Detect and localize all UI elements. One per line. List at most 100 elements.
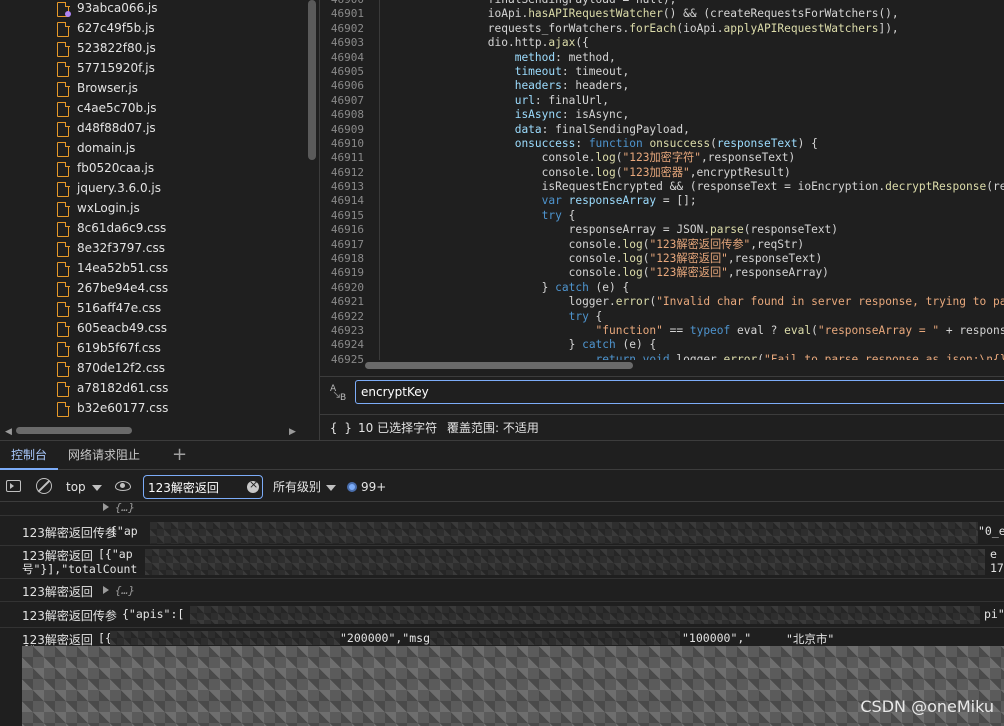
live-expression-eye-icon[interactable] [115, 481, 131, 491]
file-tree-vertical-scrollbar[interactable] [308, 0, 316, 160]
line-number[interactable]: 46904 [320, 51, 370, 65]
line-number[interactable]: 46902 [320, 22, 370, 36]
code-horizontal-scrollbar[interactable] [365, 362, 633, 369]
code-line[interactable]: timeout: timeout, [380, 65, 1004, 79]
search-input[interactable] [355, 380, 1004, 404]
line-number[interactable]: 46921 [320, 295, 370, 309]
code-line[interactable]: logger.error("Invalid char found in serv… [380, 295, 1004, 309]
code-line[interactable]: console.log("123解密返回传参",reqStr) [380, 238, 1004, 252]
file-tree-item[interactable]: b32e60177.css [0, 400, 306, 420]
file-tree-item[interactable]: 605eacb49.css [0, 320, 306, 340]
file-tree-item[interactable]: 523822f80.js [0, 40, 306, 60]
console-filter-input[interactable] [143, 475, 263, 499]
file-tree-item[interactable]: 267be94e4.css [0, 280, 306, 300]
code-line[interactable]: console.log("123加密字符",responseText) [380, 151, 1004, 165]
tab-network-request-blocking[interactable]: 网络请求阻止 [60, 441, 148, 470]
line-number[interactable]: 46915 [320, 209, 370, 223]
scroll-left-arrow-icon[interactable]: ◀ [5, 427, 12, 437]
code-line[interactable]: isRequestEncrypted && (responseText = io… [380, 180, 1004, 194]
file-tree-item[interactable]: Browser.js [0, 80, 306, 100]
add-tab-icon[interactable]: + [172, 444, 187, 466]
file-tree-item[interactable]: 627c49f5b.js [0, 20, 306, 40]
file-tree-item[interactable]: 516aff47e.css [0, 300, 306, 320]
code-line[interactable]: method: method, [380, 51, 1004, 65]
code-line[interactable]: url: finalUrl, [380, 94, 1004, 108]
code-line[interactable]: console.log("123解密返回",responseArray) [380, 266, 1004, 280]
drawer-tab-bar: 控制台 网络请求阻止 + [0, 440, 1004, 470]
code-line[interactable]: console.log("123解密返回",responseText) [380, 252, 1004, 266]
object-preview[interactable]: {…} [103, 584, 135, 597]
file-tree-item[interactable]: 57715920f.js [0, 60, 306, 80]
file-tree-item[interactable]: 8c61da6c9.css [0, 220, 306, 240]
line-number[interactable]: 46914 [320, 194, 370, 208]
file-tree-horizontal-scrollbar[interactable] [16, 427, 132, 434]
file-tree-item[interactable]: a78182d61.css [0, 380, 306, 400]
line-number[interactable]: 46918 [320, 252, 370, 266]
code-line[interactable]: headers: headers, [380, 79, 1004, 93]
line-number[interactable]: 46903 [320, 36, 370, 50]
file-tree-item[interactable]: c4ae5c70b.js [0, 100, 306, 120]
line-number[interactable]: 46905 [320, 65, 370, 79]
code-line[interactable]: } catch (e) { [380, 338, 1004, 352]
code-line[interactable]: responseArray = JSON.parse(responseText) [380, 223, 1004, 237]
line-number[interactable]: 46917 [320, 238, 370, 252]
context-selector[interactable]: top [62, 476, 106, 498]
line-number[interactable]: 46908 [320, 108, 370, 122]
code-content[interactable]: finalSendingPayload = null); ioApi.hasAP… [379, 0, 1004, 360]
code-line[interactable]: console.log("123加密器",encryptResult) [380, 166, 1004, 180]
code-line[interactable]: var responseArray = []; [380, 194, 1004, 208]
line-number[interactable]: 46924 [320, 338, 370, 352]
line-number[interactable]: 46907 [320, 94, 370, 108]
line-number[interactable]: 46901 [320, 7, 370, 21]
match-case-icon[interactable]: A ↘ B [330, 385, 348, 403]
line-number[interactable]: 46910 [320, 137, 370, 151]
file-tree-item[interactable]: 8e32f3797.css [0, 240, 306, 260]
line-number[interactable]: 46919 [320, 266, 370, 280]
pretty-print-icon[interactable]: { } [330, 415, 352, 441]
code-line[interactable]: return void logger.error("Fail to parse … [380, 353, 1004, 360]
file-tree-item[interactable]: d48f88d07.js [0, 120, 306, 140]
line-number[interactable]: 46922 [320, 310, 370, 324]
line-number[interactable]: 46913 [320, 180, 370, 194]
file-tree-item[interactable]: 93abca066.js [0, 0, 306, 20]
show-sidebar-icon[interactable] [6, 480, 21, 492]
line-number[interactable]: 46916 [320, 223, 370, 237]
line-number[interactable]: 46925 [320, 353, 370, 367]
code-line[interactable]: dio.http.ajax({ [380, 36, 1004, 50]
code-line[interactable]: try { [380, 209, 1004, 223]
object-preview[interactable]: {…} [103, 502, 135, 514]
tab-console[interactable]: 控制台 [0, 441, 59, 470]
file-tree-item[interactable]: 14ea52b51.css [0, 260, 306, 280]
line-number[interactable]: 46923 [320, 324, 370, 338]
console-output[interactable]: {…} 123解密返回传参 {"ap "0_e 123解密返回 [{"ap e … [0, 502, 1004, 726]
code-line[interactable]: finalSendingPayload = null); [380, 0, 1004, 7]
file-tree-item[interactable]: domain.js [0, 140, 306, 160]
code-line[interactable]: ioApi.hasAPIRequestWatcher() && (createR… [380, 7, 1004, 21]
line-number[interactable]: 46912 [320, 166, 370, 180]
console-message[interactable]: {…} [0, 502, 1004, 516]
code-line[interactable]: isAsync: isAsync, [380, 108, 1004, 122]
code-line[interactable]: data: finalSendingPayload, [380, 123, 1004, 137]
code-line[interactable]: "function" == typeof eval ? eval("respon… [380, 324, 1004, 338]
clear-console-icon[interactable] [36, 478, 52, 494]
line-number[interactable]: 46920 [320, 281, 370, 295]
line-number[interactable]: 46911 [320, 151, 370, 165]
line-number[interactable]: 46909 [320, 123, 370, 137]
code-line[interactable]: } catch (e) { [380, 281, 1004, 295]
code-line[interactable]: try { [380, 310, 1004, 324]
code-line[interactable]: requests_forWatchers.forEach(ioApi.apply… [380, 22, 1004, 36]
code-editor[interactable]: 4690046901469024690346904469054690646907… [320, 0, 1004, 374]
console-message[interactable]: 123解密返回 {…} [0, 580, 1004, 602]
code-line[interactable]: onsuccess: function onsuccess(responseTe… [380, 137, 1004, 151]
file-tree-item[interactable]: 619b5f67f.css [0, 340, 306, 360]
file-tree-item[interactable]: 870de12f2.css [0, 360, 306, 380]
file-tree-item[interactable]: jquery.3.6.0.js [0, 180, 306, 200]
scroll-right-arrow-icon[interactable]: ▶ [289, 427, 296, 437]
log-level-selector[interactable]: 所有级别 [273, 476, 337, 498]
clear-filter-icon[interactable] [247, 478, 259, 493]
line-number[interactable]: 46906 [320, 79, 370, 93]
issues-counter[interactable]: 99+ [347, 476, 386, 498]
line-number[interactable]: 46900 [320, 0, 370, 7]
file-tree-item[interactable]: wxLogin.js [0, 200, 306, 220]
file-tree-item[interactable]: fb0520caa.js [0, 160, 306, 180]
